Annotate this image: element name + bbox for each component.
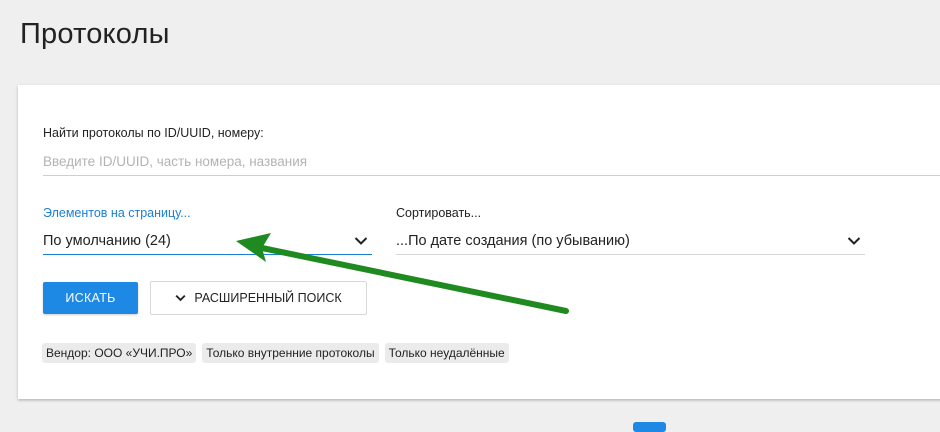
search-label: Найти протоколы по ID/UUID, номеру: (43, 126, 264, 140)
chevron-down-icon (847, 236, 861, 245)
advanced-search-label: РАСШИРЕННЫЙ ПОИСК (194, 291, 342, 305)
chevron-down-icon (354, 236, 368, 245)
sort-label: Сортировать... (396, 206, 482, 220)
search-card: Найти протоколы по ID/UUID, номеру: Элем… (18, 85, 940, 399)
pagination-active-page[interactable] (633, 422, 666, 432)
filter-chip-vendor[interactable]: Вендор: ООО «УЧИ.ПРО» (42, 343, 197, 363)
advanced-search-button[interactable]: РАСШИРЕННЫЙ ПОИСК (150, 281, 367, 315)
per-page-select[interactable]: По умолчанию (24) (43, 227, 372, 255)
search-input[interactable] (43, 147, 940, 176)
filter-chip-internal[interactable]: Только внутренние протоколы (202, 343, 379, 363)
page-title: Протоколы (20, 18, 170, 50)
per-page-label: Элементов на страницу... (43, 206, 191, 220)
active-filters: Вендор: ООО «УЧИ.ПРО» Только внутренние … (42, 343, 509, 363)
search-button[interactable]: ИСКАТЬ (43, 282, 138, 314)
sort-select[interactable]: ...По дате создания (по убыванию) (396, 227, 865, 255)
sort-value: ...По дате создания (по убыванию) (396, 232, 630, 249)
filter-chip-not-deleted[interactable]: Только неудалённые (384, 343, 509, 363)
per-page-value: По умолчанию (24) (43, 232, 171, 249)
chevron-down-icon (175, 294, 186, 302)
